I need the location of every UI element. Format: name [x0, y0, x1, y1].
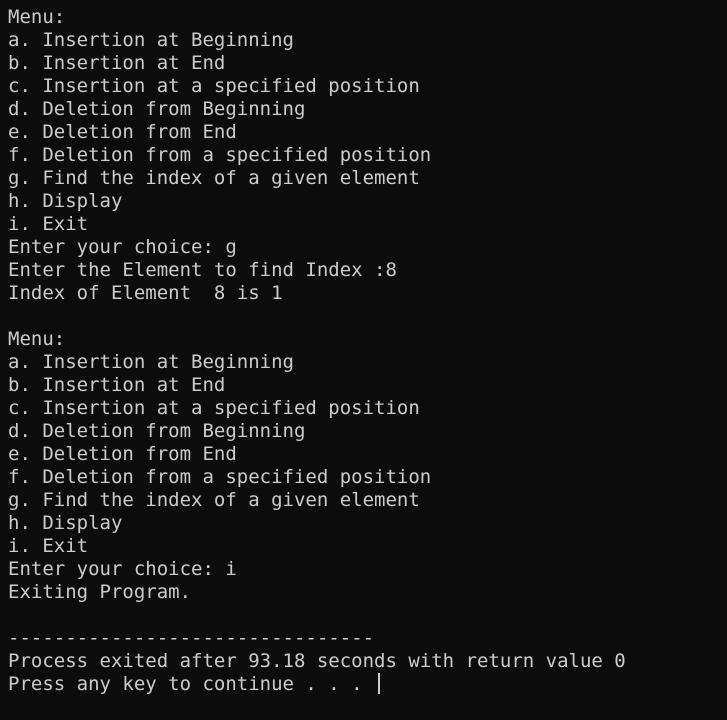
menu-item: a. Insertion at Beginning — [8, 351, 294, 373]
menu-item: g. Find the index of a given element — [8, 489, 420, 511]
menu-item: e. Deletion from End — [8, 443, 237, 465]
exit-message: Exiting Program. — [8, 581, 192, 603]
menu-item: e. Deletion from End — [8, 121, 237, 143]
menu-item: b. Insertion at End — [8, 52, 226, 74]
menu-item: g. Find the index of a given element — [8, 167, 420, 189]
menu-item: f. Deletion from a specified position — [8, 466, 432, 488]
menu-heading: Menu: — [8, 328, 66, 350]
process-status: Process exited after 93.18 seconds with … — [8, 650, 626, 672]
find-index-prompt: Enter the Element to find Index :8 — [8, 259, 397, 281]
menu-item: h. Display — [8, 512, 123, 534]
menu-item: d. Deletion from Beginning — [8, 98, 306, 120]
menu-item: h. Display — [8, 190, 123, 212]
choice-prompt: Enter your choice: i — [8, 558, 237, 580]
menu-item: b. Insertion at End — [8, 374, 226, 396]
console-window[interactable]: Menu: a. Insertion at Beginning b. Inserti… — [0, 0, 727, 720]
menu-item: c. Insertion at a specified position — [8, 397, 420, 419]
separator-line: -------------------------------- — [8, 627, 375, 649]
text-cursor — [378, 673, 381, 694]
menu-heading: Menu: — [8, 6, 66, 28]
menu-item: i. Exit — [8, 535, 89, 557]
find-index-result: Index of Element 8 is 1 — [8, 282, 283, 304]
menu-item: i. Exit — [8, 213, 89, 235]
menu-item: c. Insertion at a specified position — [8, 75, 420, 97]
continue-prompt: Press any key to continue . . . — [8, 673, 375, 695]
continue-prompt-line: Press any key to continue . . . — [8, 673, 727, 696]
menu-item: d. Deletion from Beginning — [8, 420, 306, 442]
menu-item: f. Deletion from a specified position — [8, 144, 432, 166]
choice-prompt: Enter your choice: g — [8, 236, 237, 258]
menu-item: a. Insertion at Beginning — [8, 29, 294, 51]
